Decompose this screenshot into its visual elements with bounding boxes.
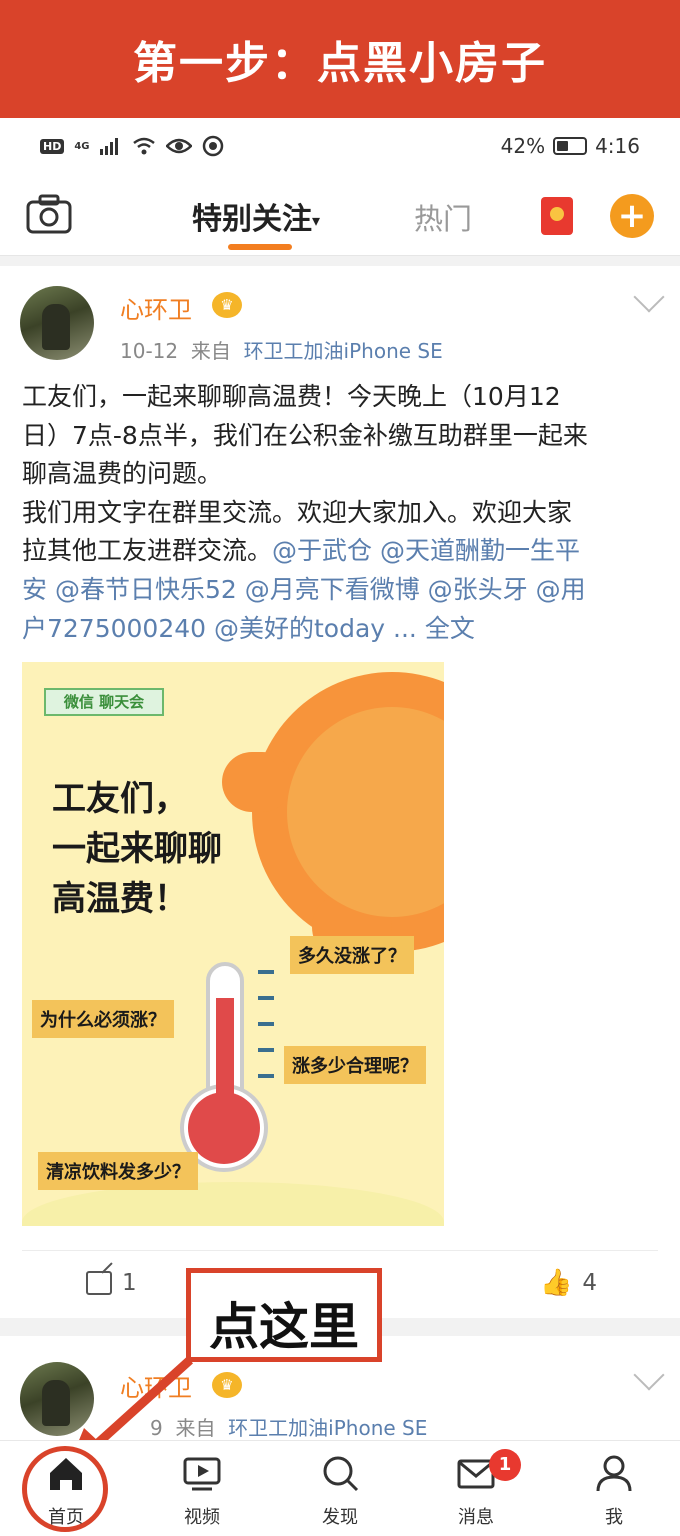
nav-me-label: 我 <box>605 1507 623 1528</box>
repost-icon <box>86 1271 112 1295</box>
instruction-banner: 第一步：点黑小房子 <box>0 0 680 118</box>
nav-discover-label: 发现 <box>322 1507 358 1528</box>
post-date: 10-12 <box>120 339 179 363</box>
post-username[interactable]: 心环卫 <box>120 290 192 325</box>
post-line: 工友们，一起来聊聊高温费！今天晚上（10月12 <box>22 382 561 411</box>
wifi-icon <box>132 137 155 155</box>
home-highlight-ring <box>22 1446 108 1532</box>
thermometer-tick <box>258 996 274 1000</box>
red-packet-icon[interactable] <box>541 197 573 235</box>
mention-link[interactable]: 户7275000240 @美好的today ... 全文 <box>22 610 662 649</box>
poster-logo: 微信 聊天会 <box>44 688 164 716</box>
poster-title-line: 高温费！ <box>52 879 188 919</box>
callout-text: 点这里 <box>209 1298 359 1356</box>
thermometer-tick <box>258 1074 274 1078</box>
banner-title: 第一步：点黑小房子 <box>133 38 547 89</box>
avatar[interactable] <box>20 1362 94 1436</box>
post-line: 我们用文字在群里交流。欢迎大家加入。欢迎大家 <box>22 497 573 527</box>
tab-special-follow[interactable]: 特别关注▾ <box>192 194 320 238</box>
actions-divider <box>22 1250 658 1251</box>
battery-icon <box>553 137 588 155</box>
post-image[interactable]: 微信 聊天会 工友们， 一起来聊聊 高温费！ 多久没涨了？ 为什么必须涨？ 涨多… <box>22 662 444 1226</box>
tab-special-follow-label: 特别关注 <box>192 202 312 237</box>
chevron-down-icon[interactable] <box>633 1359 665 1391</box>
poster-title-line: 工友们， <box>52 779 188 819</box>
mention-link[interactable]: 安 @春节日快乐52 @月亮下看微博 @张头牙 @用 <box>22 571 662 610</box>
post-source[interactable]: 环卫工加油iPhone SE <box>244 339 443 363</box>
nav-discover[interactable]: 发现 <box>290 1441 390 1536</box>
poster-title: 工友们， 一起来聊聊 高温费！ <box>52 774 222 924</box>
search-icon <box>323 1456 359 1492</box>
speech-bubble: 多久没涨了？ <box>290 936 414 974</box>
thermometer-tick <box>258 1048 274 1052</box>
speech-bubble: 涨多少合理呢？ <box>284 1046 426 1084</box>
poster-title-line: 一起来聊聊 <box>52 829 222 869</box>
post-from-label: 来自 <box>175 1416 216 1440</box>
thermometer-tick <box>258 1022 274 1026</box>
post-body: 工友们，一起来聊聊高温费！今天晚上（10月12 日）7点-8点半，我们在公积金补… <box>22 378 662 648</box>
active-tab-indicator <box>228 244 292 250</box>
avatar[interactable] <box>20 286 94 360</box>
speech-bubble: 清凉饮料发多少？ <box>38 1152 198 1190</box>
section-gap <box>0 256 680 266</box>
tab-dropdown-icon[interactable]: ▾ <box>312 211 320 230</box>
post-from-label: 来自 <box>190 339 231 363</box>
post-line: 日）7点-8点半，我们在公积金补缴互助群里一起来 <box>22 420 588 450</box>
tab-hot[interactable]: 热门 <box>414 196 472 238</box>
camera-icon[interactable] <box>26 194 72 234</box>
sun-ray <box>222 752 292 812</box>
mention-link[interactable]: @于武仓 @天道酬勤一生平 <box>272 536 580 565</box>
thumbs-up-icon: 👍 <box>540 1268 573 1298</box>
compose-plus-button[interactable]: + <box>610 194 654 238</box>
callout-box: 点这里 <box>186 1268 382 1362</box>
post-meta: 10-12 来自 环卫工加油iPhone SE <box>120 335 443 364</box>
app-status-icon <box>202 135 223 157</box>
battery-percent: 42% <box>500 134 546 158</box>
like-button[interactable]: 👍 4 <box>540 1268 597 1298</box>
nav-me[interactable]: 我 <box>564 1441 664 1536</box>
post-meta: 9 来自 环卫工加油iPhone SE <box>150 1412 427 1441</box>
video-icon <box>183 1457 221 1491</box>
status-bar: HD 4G 42% 4:16 <box>0 118 680 174</box>
nav-video-label: 视频 <box>184 1507 220 1528</box>
nav-video[interactable]: 视频 <box>152 1441 252 1536</box>
signal-icon <box>99 138 118 155</box>
post-text: 拉其他工友进群交流。 <box>22 536 273 566</box>
post-line: 拉其他工友进群交流。@于武仓 @天道酬勤一生平 <box>22 532 662 571</box>
eye-icon <box>165 138 192 154</box>
vip-crown-icon: ♛ <box>212 1372 242 1398</box>
like-count: 4 <box>582 1270 598 1296</box>
messages-badge: 1 <box>489 1449 521 1481</box>
chevron-down-icon[interactable] <box>633 281 665 313</box>
post-username[interactable]: 心环卫 <box>120 1368 192 1403</box>
speech-bubble: 为什么必须涨？ <box>32 1000 174 1038</box>
post-source[interactable]: 环卫工加油iPhone SE <box>228 1416 427 1440</box>
hd-badge: HD <box>40 138 65 154</box>
repost-count: 1 <box>122 1270 137 1296</box>
post-date: 9 <box>150 1416 163 1440</box>
network-type: 4G <box>74 140 90 152</box>
top-nav: 特别关注▾ 热门 <box>0 174 680 256</box>
thermometer-bulb-fill <box>188 1092 260 1164</box>
nav-messages-label: 消息 <box>458 1507 494 1528</box>
post-line: 聊高温费的问题。 <box>22 459 223 489</box>
thermometer-tick <box>258 970 274 974</box>
repost-button[interactable]: 1 <box>86 1270 137 1296</box>
clock: 4:16 <box>595 134 640 158</box>
user-icon <box>596 1455 632 1492</box>
vip-crown-icon: ♛ <box>212 292 242 318</box>
